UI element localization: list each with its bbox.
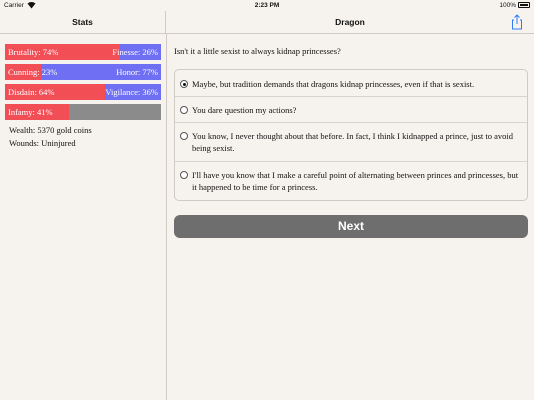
battery-percent: 100%	[499, 2, 516, 9]
stats-header: Stats	[0, 11, 166, 34]
dragon-title: Dragon	[335, 17, 365, 27]
choice-item[interactable]: I'll have you know that I make a careful…	[175, 162, 527, 201]
battery-icon	[518, 2, 530, 8]
dragon-header: Dragon	[166, 11, 534, 34]
stats-title: Stats	[72, 17, 93, 27]
choice-text: You know, I never thought about that bef…	[192, 131, 514, 153]
choice-list: Maybe, but tradition demands that dragon…	[174, 69, 528, 201]
stat-label-vigilance: Vigilance: 36%	[105, 87, 158, 97]
share-icon[interactable]	[510, 14, 524, 30]
stat-bar-infamy: Infamy: 41%	[5, 104, 161, 120]
choice-text: You dare question my actions?	[192, 105, 297, 115]
wealth-text: Wealth: 5370 gold coins	[9, 125, 92, 135]
panel-divider	[166, 34, 167, 400]
stat-label-disdain: Disdain: 64%	[8, 87, 55, 97]
wounds-text: Wounds: Uninjured	[9, 138, 76, 148]
choice-item[interactable]: Maybe, but tradition demands that dragon…	[175, 70, 527, 97]
question-text: Isn't it a little sexist to always kidna…	[174, 46, 341, 56]
radio-button[interactable]	[180, 132, 188, 140]
choice-text: I'll have you know that I make a careful…	[192, 170, 519, 192]
radio-button[interactable]	[180, 106, 188, 114]
stat-fill-right	[68, 104, 161, 120]
next-button[interactable]: Next	[174, 215, 528, 238]
choice-item[interactable]: You know, I never thought about that bef…	[175, 123, 527, 162]
stat-bar-brutality-finesse: Brutality: 74% Finesse: 26%	[5, 44, 161, 60]
stat-bar-cunning-honor: Cunning: 23% Honor: 77%	[5, 64, 161, 80]
stat-label-infamy: Infamy: 41%	[8, 107, 53, 117]
radio-button[interactable]	[180, 171, 188, 179]
choice-item[interactable]: You dare question my actions?	[175, 97, 527, 123]
status-time: 2:23 PM	[254, 2, 280, 9]
stat-bar-disdain-vigilance: Disdain: 64% Vigilance: 36%	[5, 84, 161, 100]
stat-label-brutality: Brutality: 74%	[8, 47, 59, 57]
choice-text: Maybe, but tradition demands that dragon…	[192, 79, 475, 89]
status-bar: Carrier 2:23 PM 100%	[0, 0, 534, 11]
stat-label-finesse: Finesse: 26%	[112, 47, 158, 57]
stat-label-honor: Honor: 77%	[116, 67, 158, 77]
stat-label-cunning: Cunning: 23%	[8, 67, 58, 77]
radio-button[interactable]	[180, 80, 188, 88]
